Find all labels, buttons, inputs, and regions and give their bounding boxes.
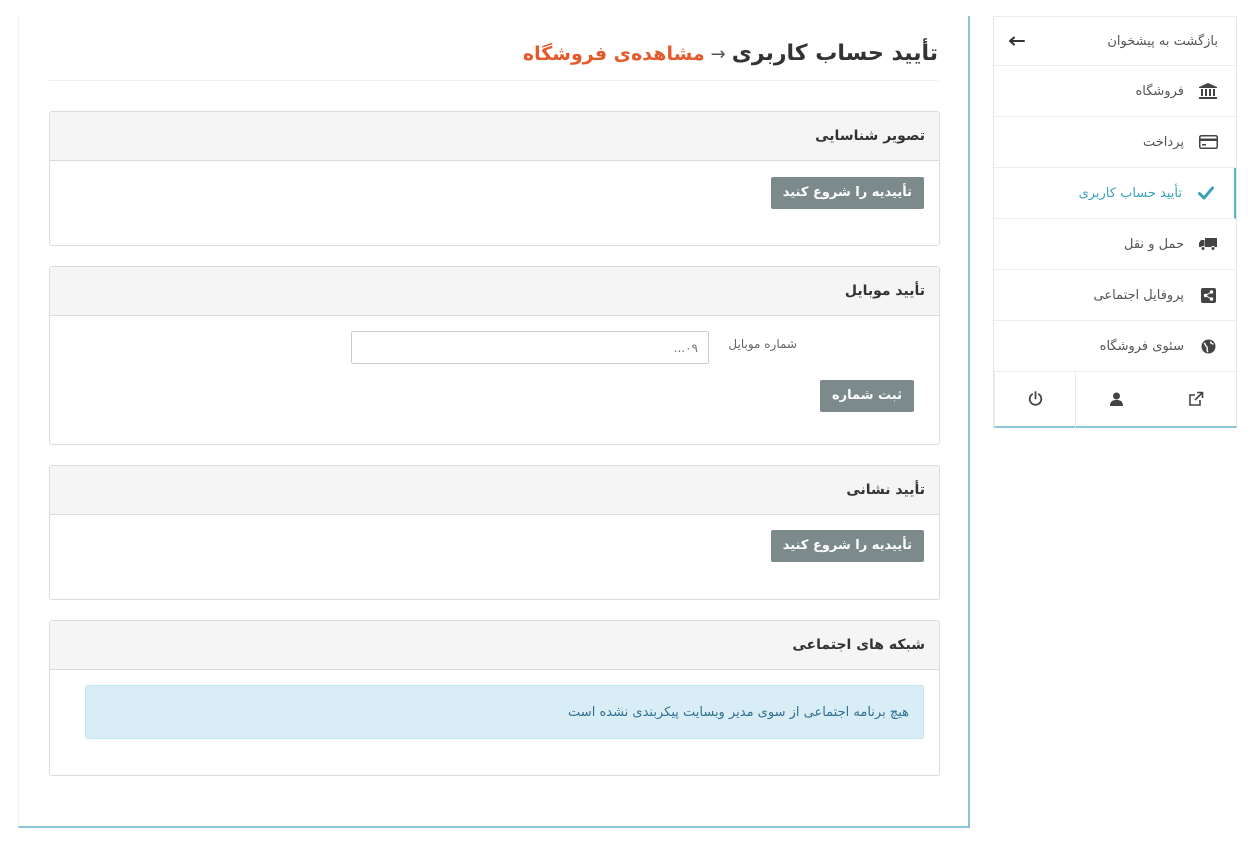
open-store-button[interactable]: [1156, 372, 1236, 429]
sidebar-item-store[interactable]: فروشگاه: [994, 66, 1236, 117]
title-divider: [49, 80, 938, 81]
id-image-panel: تصویر شناسایی تأییدیه را شروع کنید: [49, 111, 940, 246]
mobile-number-input[interactable]: [351, 331, 709, 364]
mobile-verification-panel: تأیید موبایل شماره موبایل ثبت شماره: [49, 266, 940, 445]
external-link-icon: [1188, 391, 1204, 411]
page-title-text: تأیید حساب کاربری: [731, 41, 938, 66]
truck-icon: [1198, 237, 1218, 251]
sidebar-item-verification[interactable]: تأیید حساب کاربری: [994, 168, 1236, 219]
start-address-verification-button[interactable]: تأییدیه را شروع کنید: [770, 530, 924, 562]
title-separator: →: [710, 44, 726, 65]
panel-heading: شبکه های اجتماعی: [50, 621, 939, 670]
share-icon: [1198, 287, 1218, 303]
start-id-verification-button[interactable]: تأییدیه را شروع کنید: [770, 177, 924, 209]
bank-icon: [1198, 83, 1218, 99]
mobile-number-label: شماره موبایل: [728, 337, 797, 351]
sidebar-item-label: حمل و نقل: [1124, 236, 1184, 252]
sidebar-item-payment[interactable]: پرداخت: [994, 117, 1236, 168]
address-verification-panel: تأیید نشانی تأییدیه را شروع کنید: [49, 465, 940, 600]
logout-button[interactable]: [994, 372, 1075, 429]
power-icon: [1028, 391, 1043, 410]
panel-heading: تصویر شناسایی: [50, 112, 939, 161]
back-to-dashboard-link[interactable]: بازگشت به پیشخوان: [994, 17, 1236, 66]
no-social-apps-alert: هیچ برنامه اجتماعی از سوی مدیر وبسایت پی…: [85, 685, 924, 739]
sidebar-item-social-profile[interactable]: پروفایل اجتماعی: [994, 270, 1236, 321]
sidebar-item-store-seo[interactable]: سئوی فروشگاه: [994, 321, 1236, 372]
social-networks-panel: شبکه های اجتماعی هیچ برنامه اجتماعی از س…: [49, 620, 940, 776]
profile-button[interactable]: [1075, 372, 1156, 429]
sidebar-item-label: پروفایل اجتماعی: [1093, 287, 1184, 303]
sidebar-item-label: پرداخت: [1143, 134, 1184, 150]
sidebar-item-shipping[interactable]: حمل و نقل: [994, 219, 1236, 270]
credit-card-icon: [1198, 135, 1218, 149]
panel-heading: تأیید موبایل: [50, 267, 939, 316]
sidebar-item-label: تأیید حساب کاربری: [1078, 185, 1182, 201]
view-store-link[interactable]: مشاهده‌ی فروشگاه: [523, 43, 705, 65]
globe-icon: [1198, 339, 1218, 354]
main-content: تأیید حساب کاربری→مشاهده‌ی فروشگاه تصویر…: [18, 16, 970, 828]
user-icon: [1109, 391, 1123, 410]
check-icon: [1196, 186, 1216, 200]
settings-sidebar: بازگشت به پیشخوان فروشگاه پرداخت تأیید ح…: [993, 16, 1237, 429]
sidebar-item-label: سئوی فروشگاه: [1099, 338, 1184, 354]
panel-heading: تأیید نشانی: [50, 466, 939, 515]
arrow-left-icon: [1008, 31, 1026, 55]
sidebar-footer: [994, 372, 1236, 429]
sidebar-item-label: فروشگاه: [1135, 83, 1184, 99]
back-to-dashboard-label: بازگشت به پیشخوان: [1107, 33, 1218, 49]
page-title: تأیید حساب کاربری→مشاهده‌ی فروشگاه: [523, 41, 938, 66]
submit-number-button[interactable]: ثبت شماره: [819, 380, 914, 412]
